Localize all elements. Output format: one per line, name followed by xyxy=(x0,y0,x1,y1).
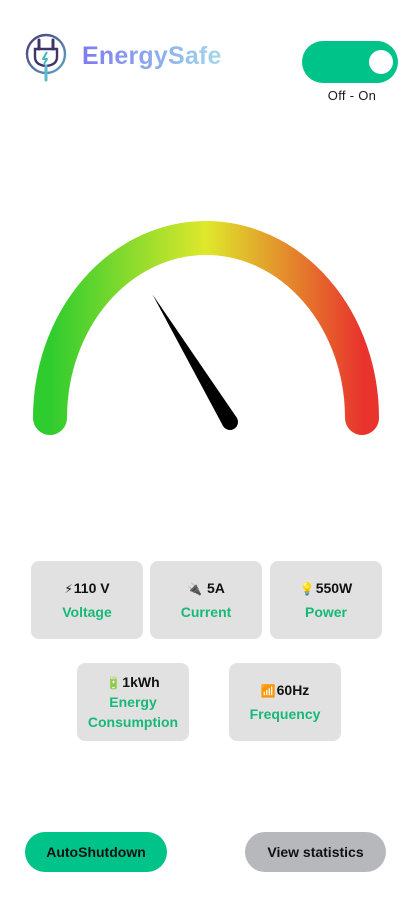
toggle-caption: Off - On xyxy=(327,88,377,103)
energy-label-line2: Consumption xyxy=(87,713,179,730)
energy-value: 1kWh xyxy=(122,673,160,690)
power-toggle[interactable] xyxy=(302,41,398,83)
power-label: Power xyxy=(304,603,347,620)
gauge-needle xyxy=(152,294,237,427)
voltage-label: Voltage xyxy=(62,603,112,620)
lightbulb-icon: 💡 xyxy=(299,581,315,596)
voltage-value: 110 V xyxy=(73,579,110,596)
frequency-label: Frequency xyxy=(249,705,321,722)
frequency-card: 📶60Hz Frequency xyxy=(229,663,341,741)
plug-logo-icon xyxy=(25,33,67,82)
voltage-card: ⚡110 V Voltage xyxy=(31,561,143,639)
power-value: 550W xyxy=(315,579,353,596)
current-label: Current xyxy=(180,603,232,620)
plug-icon: 🔌 xyxy=(187,581,203,596)
frequency-value: 60Hz xyxy=(276,681,310,698)
current-value: 5A xyxy=(206,579,225,596)
toggle-knob[interactable] xyxy=(369,50,393,74)
lightning-icon: ⚡ xyxy=(64,581,73,596)
auto-shutdown-button[interactable]: AutoShutdown xyxy=(25,832,167,872)
energy-gauge xyxy=(33,221,379,435)
app-title: EnergySafe xyxy=(82,42,222,70)
gauge-needle-pivot xyxy=(222,414,238,430)
battery-icon: 🔋 xyxy=(106,675,122,690)
energy-consumption-card: 🔋1kWh Energy Consumption xyxy=(77,663,189,741)
view-statistics-button[interactable]: View statistics xyxy=(245,832,386,872)
power-card: 💡550W Power xyxy=(270,561,382,639)
current-card: 🔌 5A Current xyxy=(150,561,262,639)
energy-label-line1: Energy xyxy=(109,693,157,710)
signal-bars-icon: 📶 xyxy=(260,683,276,698)
